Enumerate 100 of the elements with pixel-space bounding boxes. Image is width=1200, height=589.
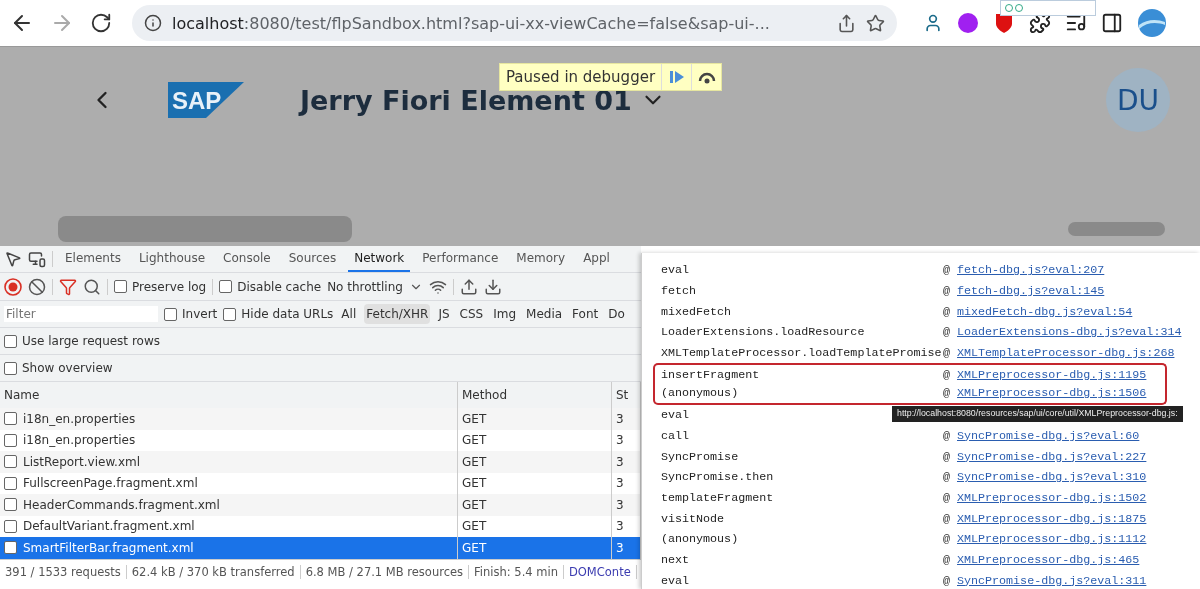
type-filter[interactable]: Media [524,304,565,324]
function-name: mixedFetch [661,304,733,319]
device-icon[interactable] [28,250,46,268]
source-link[interactable]: SyncPromise-dbg.js?eval:310 [957,470,1165,485]
devtools-tab[interactable]: Console [217,246,277,272]
type-filter[interactable]: Do [606,304,627,324]
at-sign: @ [943,367,951,382]
source-link[interactable]: fetch-dbg.js?eval:145 [957,284,1165,299]
type-filter[interactable]: CSS [457,304,486,324]
devtools-tab[interactable]: Appl [577,246,616,272]
type-filter[interactable]: Img [491,304,519,324]
extension-icon[interactable] [957,12,979,34]
at-sign: @ [943,552,951,567]
record-icon[interactable] [4,277,22,296]
source-link[interactable]: XMLPreprocessor-dbg.js:465 [957,552,1165,567]
devtools-tab[interactable]: Sources [282,246,343,272]
table-cell: GET [458,537,612,559]
summary-link[interactable]: DOMConte [563,564,637,579]
clear-icon[interactable] [28,277,46,296]
resume-icon [668,70,685,84]
checkbox[interactable]: Invert [164,307,218,321]
star-icon[interactable] [866,13,885,33]
side-panel-icon[interactable] [1101,12,1123,34]
function-name: eval [661,263,691,278]
at-sign: @ [943,511,951,526]
table-cell: GET [458,408,612,430]
function-name: (anonymous) [661,532,740,547]
function-name: (anonymous) [661,386,740,401]
source-link[interactable]: SyncPromise-dbg.js?eval:227 [957,449,1165,464]
at-sign: @ [943,449,951,464]
inspect-icon[interactable] [4,250,22,268]
function-name: XMLTemplateProcessor.loadTemplatePromise [661,346,943,361]
function-name: SyncPromise.then [661,470,775,485]
source-link[interactable]: XMLPreprocessor-dbg.js:1112 [957,532,1165,547]
at-sign: @ [943,304,951,319]
profile-avatar[interactable] [1137,8,1167,38]
upload-icon[interactable] [459,277,478,296]
at-sign: @ [943,346,951,361]
user-avatar[interactable]: DU [1106,68,1170,132]
table-cell[interactable]: HeaderCommands.fragment.xml [0,494,458,516]
at-sign: @ [943,325,951,340]
filter-icon[interactable] [59,277,77,296]
checkbox[interactable]: Preserve log [114,279,207,294]
throttling-select[interactable]: No throttling [327,279,403,294]
banner-text: Paused in debugger [505,68,657,86]
source-link[interactable]: SyncPromise-dbg.js?eval:60 [957,428,1165,443]
devtools-tab[interactable]: Memory [510,246,572,272]
function-name: SyncPromise [661,449,740,464]
at-sign: @ [943,386,951,401]
at-sign: @ [943,284,951,299]
at-sign: @ [943,532,951,547]
table-cell[interactable]: ListReport.view.xml [0,451,458,473]
summary-text: 62.4 kB / 370 kB transferred [126,564,301,579]
checkbox[interactable]: Hide data URLs [223,307,334,321]
table-cell: GET [458,494,612,516]
checkbox[interactable]: Use large request rows [4,334,160,348]
at-sign: @ [943,428,951,443]
source-link[interactable]: XMLPreprocessor-dbg.js:1506 [957,386,1165,401]
type-filter[interactable]: Font [570,304,601,324]
function-name: fetch [661,284,698,299]
type-filter[interactable]: All [339,304,359,324]
step-over-icon [697,70,716,84]
at-sign: @ [943,263,951,278]
function-name: templateFragment [661,490,775,505]
type-filter[interactable]: Fetch/XHR [364,304,431,324]
function-name: LoaderExtensions.loadResource [661,325,866,340]
devtools-tab[interactable]: Lighthouse [132,246,212,272]
address-bar[interactable]: localhost:8080/test/flpSandbox.html?sap-ui-xx-viewCache=false&sap-ui-... [132,5,897,41]
table-cell[interactable]: i18n_en.properties [0,408,458,430]
filter-field[interactable]: Filter [4,306,158,322]
share-icon[interactable] [837,13,856,33]
person-icon[interactable] [923,13,943,33]
devtools-tab[interactable]: Performance [416,246,505,272]
at-sign: @ [943,470,951,485]
source-link[interactable]: SyncPromise-dbg.js?eval:311 [957,573,1165,588]
sap-logo: SAP [168,82,244,118]
summary-text: 391 / 1533 requests [0,564,127,579]
type-filter[interactable]: JS [436,304,452,324]
source-link[interactable]: XMLPreprocessor-dbg.js:1875 [957,511,1165,526]
source-link[interactable]: LoaderExtensions-dbg.js?eval:314 [957,325,1182,340]
source-link[interactable]: fetch-dbg.js?eval:207 [957,263,1165,278]
source-link[interactable]: XMLPreprocessor-dbg.js:1195 [957,367,1165,382]
table-cell: GET [458,451,612,473]
checkbox[interactable]: Disable cache [219,279,322,294]
function-name: visitNode [661,511,726,526]
download-icon[interactable] [483,277,502,296]
source-link[interactable]: mixedFetch-dbg.js?eval:54 [957,304,1165,319]
source-link[interactable]: XMLTemplateProcessor-dbg.js:268 [957,346,1175,361]
devtools-tab[interactable]: Elements [59,246,127,272]
table-cell[interactable]: SmartFilterBar.fragment.xml [0,537,458,559]
shield-icon[interactable] [993,12,1015,34]
function-name: call [661,428,691,443]
function-name: eval [661,573,691,588]
function-name: next [661,552,691,567]
at-sign: @ [943,490,951,505]
checkbox[interactable]: Show overview [4,361,113,375]
source-link[interactable]: XMLPreprocessor-dbg.js:1502 [957,490,1165,505]
search-icon[interactable] [83,277,101,296]
at-sign: @ [943,573,951,588]
reload-icon[interactable] [90,12,112,34]
